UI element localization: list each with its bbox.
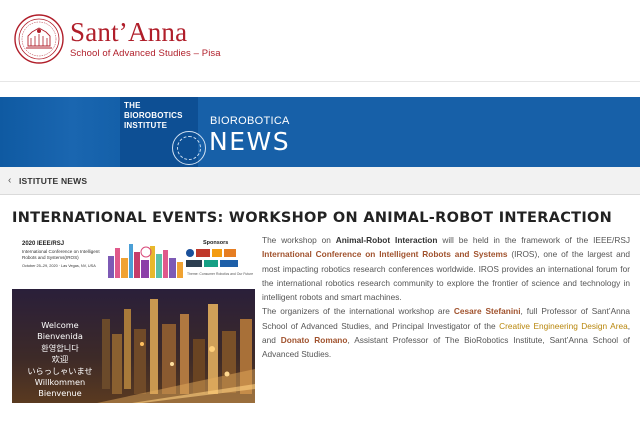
brand-name: Sant’Anna <box>70 17 188 47</box>
article-body: The workshop on Animal-Robot Interaction… <box>262 233 630 362</box>
iros-event-banner-image: 2020 IEEE/RSJ International Conference o… <box>12 236 255 282</box>
brand-subtitle: School of Advanced Studies – Pisa <box>70 48 221 59</box>
text-span: The workshop on <box>262 235 336 245</box>
article-paragraph-2: The organizers of the international work… <box>262 304 630 361</box>
event-year: 2020 IEEE/RSJ <box>22 241 65 247</box>
article-paragraph-1: The workshop on Animal-Robot Interaction… <box>262 233 630 304</box>
conference-name-link[interactable]: International Conference on Intelligent … <box>262 249 508 259</box>
event-date: October 25–29, 2020 · Las Vegas, NV, USA <box>22 264 96 268</box>
breadcrumb: ‹ ISTITUTE NEWS <box>0 167 640 195</box>
breadcrumb-link-news[interactable]: ISTITUTE NEWS <box>19 176 87 186</box>
sponsor-logos <box>186 249 238 267</box>
text-span: The organizers of the international work… <box>262 306 454 317</box>
institute-title: THE BIOROBOTICS INSTITUTE <box>124 101 183 130</box>
organizer-romano-link[interactable]: Donato Romano <box>281 335 348 345</box>
banner-title: NEWS <box>209 127 291 156</box>
greeting-line: Bienvenida <box>37 331 83 342</box>
banner-decoration <box>0 97 120 167</box>
sponsors-label: Sponsors <box>203 240 229 246</box>
organizer-stefanini-link[interactable]: Cesare Stefanini <box>454 306 521 316</box>
greeting-line: Willkommen <box>34 377 86 388</box>
news-banner: THE BIOROBOTICS INSTITUTE BIOROBOTICA NE… <box>0 97 640 167</box>
institute-emblem-inner <box>177 136 201 160</box>
las-vegas-welcome-image: Welcome Bienvenida 환영합니다 欢迎 いらっしゃいませ Wil… <box>12 289 255 403</box>
greeting-line: 환영합니다 <box>41 342 79 353</box>
page-title: INTERNATIONAL EVENTS: WORKSHOP ON ANIMAL… <box>12 210 613 226</box>
creative-engineering-link[interactable]: Creative Engineering Design Area <box>499 321 628 331</box>
greeting-line: 欢迎 <box>51 354 69 365</box>
banner-kicker: BIOROBOTICA <box>210 115 290 127</box>
text-span: will be held in the framework of the IEE… <box>437 235 630 245</box>
city-skyline-illustration <box>108 244 183 278</box>
highlight-animal-robot: Animal-Robot Interaction <box>335 235 438 245</box>
event-name: International Conference on Intelligent … <box>22 249 100 260</box>
chevron-left-icon[interactable]: ‹ <box>8 175 11 186</box>
greeting-line: Bienvenue <box>38 388 82 399</box>
welcome-greetings: Welcome Bienvenida 환영합니다 欢迎 いらっしゃいませ Wil… <box>26 320 94 400</box>
brand-block[interactable]: Sant’Anna School of Advanced Studies – P… <box>70 18 221 59</box>
university-seal-logo[interactable] <box>14 14 64 64</box>
site-header: Sant’Anna School of Advanced Studies – P… <box>0 0 640 82</box>
greeting-line: Welcome <box>41 320 79 330</box>
event-theme: Theme: Consumer Robotics and Our Future <box>187 272 254 276</box>
greeting-line: いらっしゃいませ <box>27 365 93 376</box>
